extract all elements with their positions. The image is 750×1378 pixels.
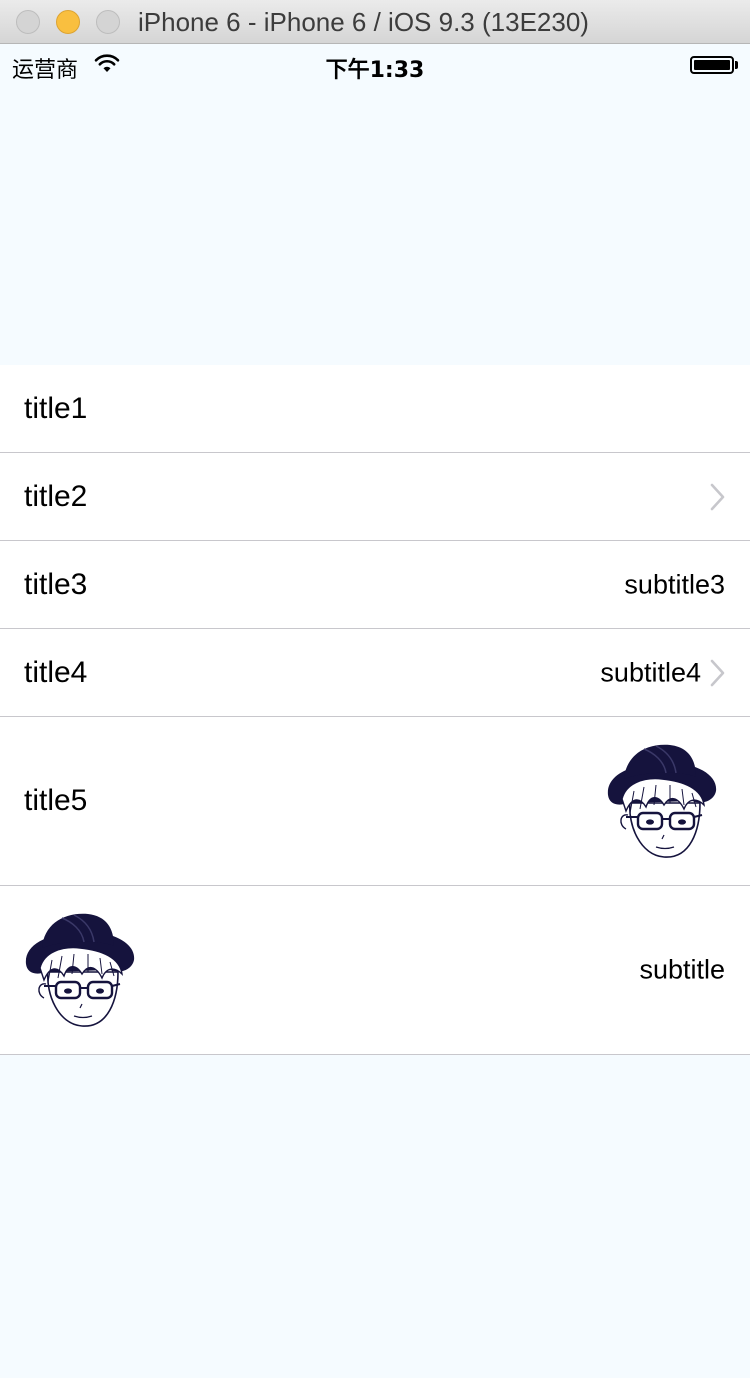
- cell-subtitle: subtitle3: [624, 569, 725, 599]
- table-row[interactable]: title3 subtitle3: [0, 541, 750, 629]
- cell-title: title4: [24, 655, 88, 689]
- avatar-image: [25, 913, 135, 1027]
- battery-tip: [735, 61, 738, 69]
- avatar-image: [607, 744, 717, 858]
- status-bar: 运营商 下午1:33: [0, 44, 750, 86]
- cell-title: title2: [24, 479, 88, 513]
- table-view: title1 title2 title3 subtitle3 title4 su…: [0, 365, 750, 1055]
- cell-subtitle: subtitle4: [600, 657, 701, 687]
- chevron-right-icon: [710, 483, 725, 510]
- table-row[interactable]: title5: [0, 717, 750, 886]
- status-time: 下午1:33: [325, 58, 425, 83]
- close-window-button[interactable]: [16, 10, 40, 34]
- cell-title: title1: [24, 391, 88, 425]
- chevron-right-icon: [710, 659, 725, 686]
- battery-icon: [690, 56, 734, 74]
- cell-subtitle: subtitle: [639, 954, 725, 985]
- cell-title: title5: [24, 784, 88, 817]
- battery-level: [694, 60, 730, 70]
- simulator-window: iPhone 6 - iPhone 6 / iOS 9.3 (13E230) 运…: [0, 0, 750, 1378]
- window-title-bar: iPhone 6 - iPhone 6 / iOS 9.3 (13E230): [0, 0, 750, 44]
- zoom-window-button[interactable]: [96, 10, 120, 34]
- minimize-window-button[interactable]: [56, 10, 80, 34]
- table-row[interactable]: title2: [0, 453, 750, 541]
- window-title: iPhone 6 - iPhone 6 / iOS 9.3 (13E230): [138, 7, 589, 37]
- cell-title: title3: [24, 567, 88, 601]
- table-row[interactable]: title1: [0, 365, 750, 453]
- table-row[interactable]: subtitle: [0, 886, 750, 1055]
- table-row[interactable]: title4 subtitle4: [0, 629, 750, 717]
